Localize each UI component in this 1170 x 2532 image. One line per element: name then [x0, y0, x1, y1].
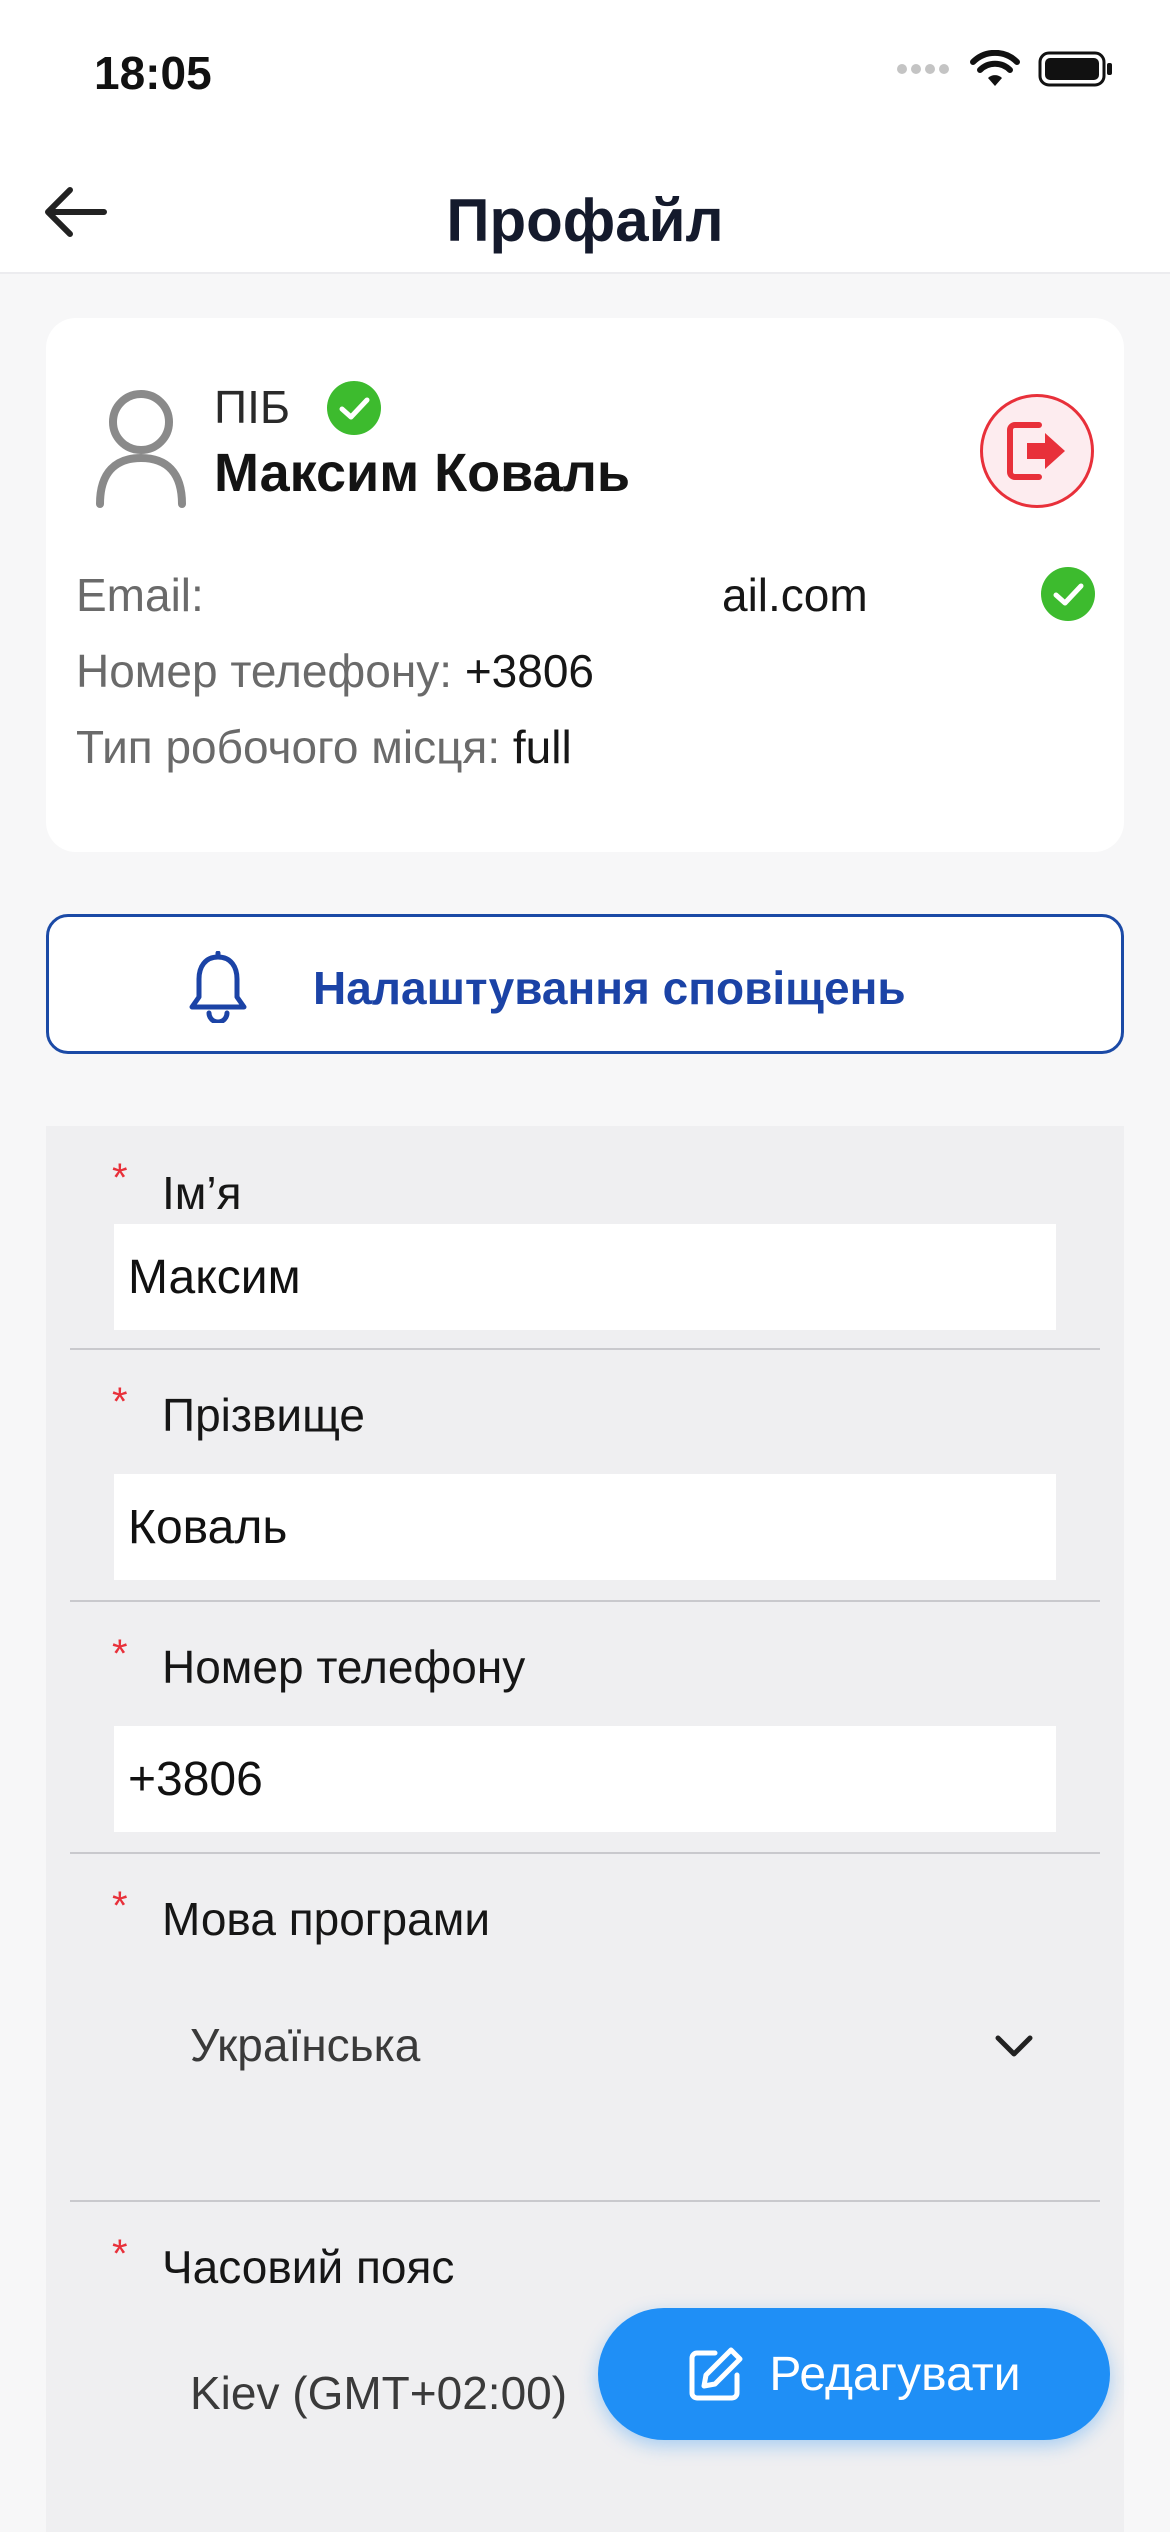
- required-mark: *: [112, 1632, 128, 1676]
- phone-section: * Номер телефону: [70, 1602, 1100, 1854]
- email-verified-icon: [1041, 567, 1095, 621]
- nav-bar: Профайл: [0, 150, 1170, 274]
- full-name: Максим Коваль: [214, 443, 631, 503]
- language-label: Мова програми: [162, 1893, 491, 1945]
- status-time: 18:05: [94, 47, 212, 99]
- last-name-input[interactable]: [114, 1474, 1056, 1580]
- edit-icon: [689, 2347, 743, 2401]
- required-mark: *: [112, 1380, 128, 1424]
- language-section[interactable]: * Мова програми Українська: [70, 1854, 1100, 2202]
- phone-input[interactable]: [114, 1726, 1056, 1832]
- status-bar: 18:05: [0, 0, 1170, 150]
- page-title: Профайл: [446, 187, 724, 254]
- profile-card: ПІБ Максим Коваль Email: ail.com Номер т…: [46, 318, 1124, 852]
- edit-button-label: Редагувати: [769, 2347, 1021, 2401]
- timezone-label: Часовий пояс: [162, 2241, 455, 2293]
- user-avatar-icon: [96, 390, 186, 508]
- phone-label: Номер телефону: [162, 1641, 526, 1693]
- notification-settings-label: Налаштування сповіщень: [313, 962, 906, 1014]
- verified-check-icon: [327, 381, 381, 435]
- notification-settings-button[interactable]: Налаштування сповіщень: [46, 914, 1124, 1054]
- logout-icon: [1007, 422, 1065, 480]
- status-icons: [896, 50, 1114, 88]
- battery-icon: [1038, 51, 1112, 87]
- worktype-row: Тип робочого місця: full: [76, 720, 572, 774]
- email-row: Email:: [76, 568, 204, 622]
- chevron-down-icon[interactable]: [990, 2026, 1038, 2066]
- last-name-section: * Прізвище: [70, 1350, 1100, 1602]
- language-select[interactable]: Українська: [190, 2018, 420, 2072]
- signal-icon: [897, 64, 949, 74]
- email-label: Email:: [76, 569, 204, 621]
- required-mark: *: [112, 1884, 128, 1928]
- first-name-section: * Ім’я: [70, 1126, 1100, 1350]
- timezone-select[interactable]: Kiev (GMT+02:00): [190, 2366, 567, 2420]
- bell-icon: [189, 951, 247, 1023]
- phone-label: Номер телефону:: [76, 645, 453, 697]
- last-name-label: Прізвище: [162, 1389, 366, 1441]
- required-mark: *: [112, 1156, 128, 1200]
- first-name-label: Ім’я: [162, 1167, 242, 1219]
- wifi-icon: [970, 50, 1020, 86]
- edit-button[interactable]: Редагувати: [598, 2308, 1110, 2440]
- pib-label: ПІБ: [214, 381, 291, 433]
- phone-row: Номер телефону: +3806: [76, 644, 615, 698]
- worktype-value: full: [512, 721, 572, 773]
- required-mark: *: [112, 2232, 128, 2276]
- email-value: ail.com: [722, 569, 868, 621]
- worktype-label: Тип робочого місця:: [76, 721, 501, 773]
- first-name-input[interactable]: [114, 1224, 1056, 1330]
- phone-value: +3806: [464, 645, 595, 697]
- logout-button[interactable]: [980, 394, 1094, 508]
